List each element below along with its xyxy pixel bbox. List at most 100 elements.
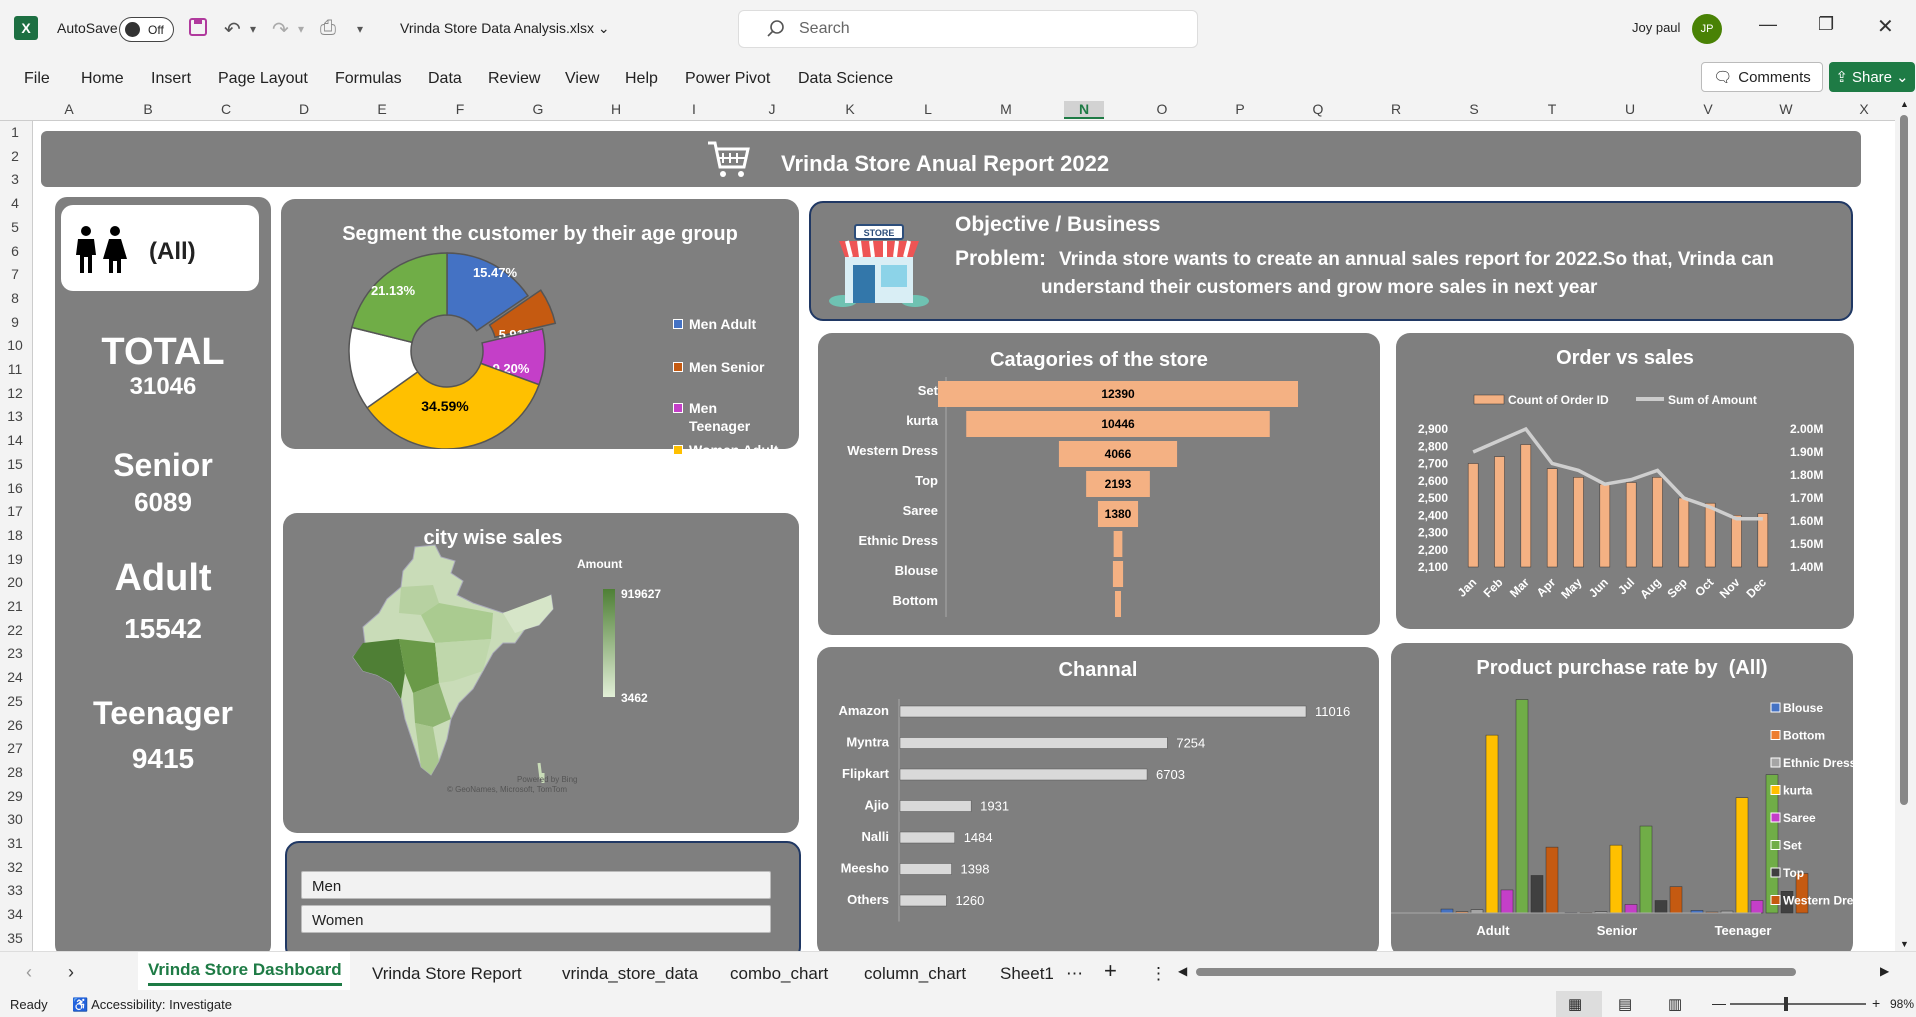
row-header-27[interactable]: 27 xyxy=(0,740,30,756)
menu-formulas[interactable]: Formulas xyxy=(335,70,402,88)
close-icon[interactable]: ✕ xyxy=(1877,14,1894,39)
column-header-s[interactable]: S xyxy=(1454,101,1494,117)
order-count-bar[interactable] xyxy=(1467,463,1479,568)
row-header-19[interactable]: 19 xyxy=(0,551,30,567)
accessibility-status[interactable]: ♿ Accessibility: Investigate xyxy=(72,997,232,1013)
save-icon[interactable] xyxy=(188,17,208,43)
row-header-16[interactable]: 16 xyxy=(0,480,30,496)
tab-vrinda-store-data[interactable]: vrinda_store_data xyxy=(562,964,698,984)
tab-scroll-right-icon[interactable]: › xyxy=(68,962,74,983)
channel-bar[interactable] xyxy=(899,800,972,812)
order-count-bar[interactable] xyxy=(1494,456,1505,568)
more-tabs-icon[interactable]: ⋯ xyxy=(1066,964,1083,984)
restore-icon[interactable]: ❐ xyxy=(1818,14,1834,35)
column-header-x[interactable]: X xyxy=(1844,101,1884,117)
purchase-bar-saree[interactable] xyxy=(1750,900,1764,914)
row-header-13[interactable]: 13 xyxy=(0,408,30,424)
row-header-9[interactable]: 9 xyxy=(0,314,30,330)
column-header-v[interactable]: V xyxy=(1688,101,1728,117)
row-header-2[interactable]: 2 xyxy=(0,148,30,164)
zoom-slider-thumb[interactable] xyxy=(1784,997,1788,1011)
customize-toolbar-icon[interactable]: ▾ xyxy=(357,22,363,36)
city-wise-sales-map[interactable]: city wise sales Amount 919627 3462 Power… xyxy=(283,513,799,833)
undo-dropdown-icon[interactable]: ▾ xyxy=(250,22,256,36)
tab-column-chart[interactable]: column_chart xyxy=(864,964,966,984)
channel-bar[interactable] xyxy=(899,737,1168,749)
zoom-out-icon[interactable]: — xyxy=(1712,995,1726,1011)
product-purchase-chart[interactable]: Product purchase rate by (All) Adult Seni… xyxy=(1391,643,1853,951)
channel-bar[interactable] xyxy=(899,894,947,907)
row-header-20[interactable]: 20 xyxy=(0,574,30,590)
row-header-8[interactable]: 8 xyxy=(0,290,30,306)
page-break-view-icon[interactable]: ▥ xyxy=(1668,995,1682,1013)
column-header-n[interactable]: N xyxy=(1064,101,1104,119)
row-header-12[interactable]: 12 xyxy=(0,385,30,401)
slicer-item-women[interactable]: Women xyxy=(301,905,771,933)
channel-bar[interactable] xyxy=(899,863,952,875)
tab-scroll-left-icon[interactable]: ‹ xyxy=(26,962,32,983)
channel-bar[interactable] xyxy=(899,768,1148,781)
column-header-f[interactable]: F xyxy=(440,101,480,117)
share-button[interactable]: ⇪ Share ⌄ xyxy=(1829,62,1915,92)
sales-amount-line[interactable] xyxy=(1472,426,1763,521)
column-header-r[interactable]: R xyxy=(1376,101,1416,117)
horizontal-scroll-thumb[interactable] xyxy=(1196,968,1796,976)
order-count-bar[interactable] xyxy=(1731,515,1742,568)
category-bar[interactable] xyxy=(1115,591,1121,617)
menu-help[interactable]: Help xyxy=(625,70,658,88)
column-header-q[interactable]: Q xyxy=(1298,101,1338,117)
purchase-bar-kurta[interactable] xyxy=(1609,844,1623,914)
category-bar[interactable] xyxy=(1113,531,1123,557)
purchase-bar-saree[interactable] xyxy=(1624,904,1638,914)
tab-vrinda-store-report[interactable]: Vrinda Store Report xyxy=(372,964,522,984)
menu-power-pivot[interactable]: Power Pivot xyxy=(685,70,770,88)
row-header-29[interactable]: 29 xyxy=(0,788,30,804)
column-header-h[interactable]: H xyxy=(596,101,636,117)
column-header-a[interactable]: A xyxy=(49,101,89,117)
order-vs-sales-chart[interactable]: Order vs sales Count of Order ID Sum of A… xyxy=(1396,333,1854,629)
order-count-bar[interactable] xyxy=(1625,482,1637,568)
row-header-32[interactable]: 32 xyxy=(0,859,30,875)
purchase-bar-kurta[interactable] xyxy=(1485,734,1499,914)
row-header-35[interactable]: 35 xyxy=(0,930,30,946)
avatar[interactable]: JP xyxy=(1692,14,1722,44)
column-header-j[interactable]: J xyxy=(752,101,792,117)
column-header-u[interactable]: U xyxy=(1610,101,1650,117)
column-header-g[interactable]: G xyxy=(518,101,558,117)
row-header-14[interactable]: 14 xyxy=(0,432,30,448)
hscroll-left-icon[interactable]: ◀ xyxy=(1178,964,1187,978)
row-header-31[interactable]: 31 xyxy=(0,835,30,851)
undo-icon[interactable]: ↶ xyxy=(224,17,241,42)
row-header-25[interactable]: 25 xyxy=(0,693,30,709)
column-header-i[interactable]: I xyxy=(674,101,714,117)
menu-view[interactable]: View xyxy=(565,70,599,88)
row-header-21[interactable]: 21 xyxy=(0,598,30,614)
column-header-k[interactable]: K xyxy=(830,101,870,117)
menu-file[interactable]: File xyxy=(24,70,50,88)
row-header-7[interactable]: 7 xyxy=(0,266,30,282)
purchase-bar-western-dress[interactable] xyxy=(1545,846,1559,914)
row-header-26[interactable]: 26 xyxy=(0,717,30,733)
comments-button[interactable]: 🗨 Comments xyxy=(1701,62,1823,92)
order-count-bar[interactable] xyxy=(1573,477,1584,568)
age-group-slicer[interactable]: (All) xyxy=(61,205,259,291)
menu-page-layout[interactable]: Page Layout xyxy=(218,70,308,88)
file-title[interactable]: Vrinda Store Data Analysis.xlsx ⌄ xyxy=(400,20,610,37)
scroll-thumb[interactable] xyxy=(1900,115,1908,805)
row-header-23[interactable]: 23 xyxy=(0,645,30,661)
tab-sheet1[interactable]: Sheet1 xyxy=(1000,964,1054,984)
menu-insert[interactable]: Insert xyxy=(151,70,191,88)
categories-chart[interactable]: Catagories of the store Set 12390 kurta 104… xyxy=(818,333,1380,635)
channel-bar[interactable] xyxy=(899,831,955,844)
user-name[interactable]: Joy paul xyxy=(1632,20,1680,35)
row-header-28[interactable]: 28 xyxy=(0,764,30,780)
purchase-bar-saree[interactable] xyxy=(1500,889,1514,914)
column-header-d[interactable]: D xyxy=(284,101,324,117)
row-header-17[interactable]: 17 xyxy=(0,503,30,519)
column-header-m[interactable]: M xyxy=(986,101,1026,117)
channel-chart[interactable]: Channal Amazon 11016 Myntra 7254 Flipkart 670… xyxy=(817,647,1379,951)
search-box[interactable]: Search xyxy=(738,10,1198,48)
purchase-bar-set[interactable] xyxy=(1515,699,1529,914)
row-header-33[interactable]: 33 xyxy=(0,882,30,898)
row-header-18[interactable]: 18 xyxy=(0,527,30,543)
